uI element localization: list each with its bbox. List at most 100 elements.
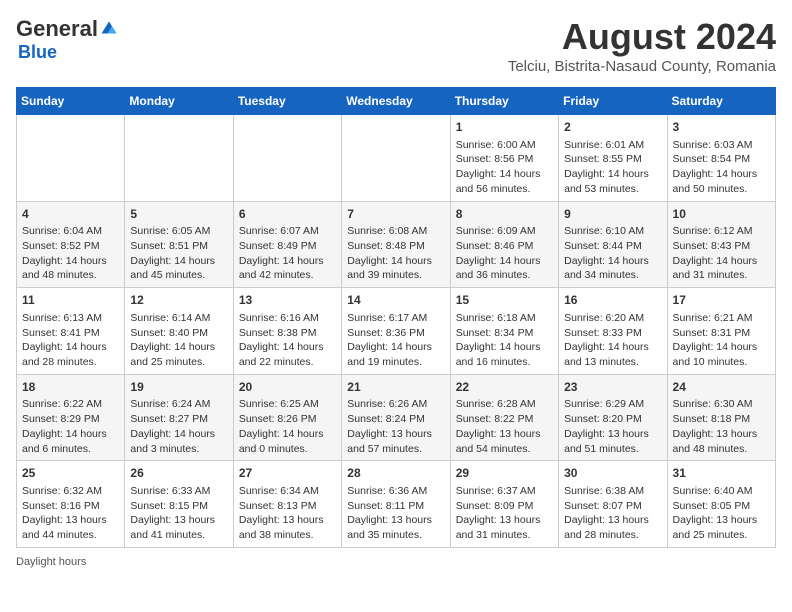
day-number: 23	[564, 379, 661, 396]
day-number: 30	[564, 465, 661, 482]
calendar-cell: 27Sunrise: 6:34 AM Sunset: 8:13 PM Dayli…	[233, 461, 341, 548]
calendar-header-row: SundayMondayTuesdayWednesdayThursdayFrid…	[17, 88, 776, 115]
day-info: Sunrise: 6:04 AM Sunset: 8:52 PM Dayligh…	[22, 224, 119, 283]
title-area: August 2024 Telciu, Bistrita-Nasaud Coun…	[508, 16, 776, 75]
day-number: 4	[22, 206, 119, 223]
calendar-header-sunday: Sunday	[17, 88, 125, 115]
calendar-cell: 22Sunrise: 6:28 AM Sunset: 8:22 PM Dayli…	[450, 374, 558, 461]
day-info: Sunrise: 6:09 AM Sunset: 8:46 PM Dayligh…	[456, 224, 553, 283]
calendar-table: SundayMondayTuesdayWednesdayThursdayFrid…	[16, 87, 776, 548]
calendar-cell: 3 Sunrise: 6:03 AM Sunset: 8:54 PM Daylig…	[667, 115, 775, 202]
day-number: 11	[22, 292, 119, 309]
calendar-cell: 6Sunrise: 6:07 AM Sunset: 8:49 PM Daylig…	[233, 201, 341, 288]
day-number: 27	[239, 465, 336, 482]
location-subtitle: Telciu, Bistrita-Nasaud County, Romania	[508, 58, 776, 75]
calendar-cell: 20Sunrise: 6:25 AM Sunset: 8:26 PM Dayli…	[233, 374, 341, 461]
calendar-cell: 24Sunrise: 6:30 AM Sunset: 8:18 PM Dayli…	[667, 374, 775, 461]
header: General Blue August 2024 Telciu, Bistrit…	[16, 16, 776, 75]
calendar-cell: 31 Sunrise: 6:40 AM Sunset: 8:05 PM Dayli…	[667, 461, 775, 548]
calendar-week-row: 1 Sunrise: 6:00 AM Sunset: 8:56 PM Daylig…	[17, 115, 776, 202]
day-number: 6	[239, 206, 336, 223]
calendar-cell: 23Sunrise: 6:29 AM Sunset: 8:20 PM Dayli…	[559, 374, 667, 461]
day-info: Sunrise: 6:33 AM Sunset: 8:15 PM Dayligh…	[130, 484, 227, 543]
calendar-cell: 8Sunrise: 6:09 AM Sunset: 8:46 PM Daylig…	[450, 201, 558, 288]
day-number: 1	[456, 119, 553, 136]
day-info: Sunrise: 6:30 AM Sunset: 8:18 PM Dayligh…	[673, 397, 770, 456]
day-info: Sunrise: 6:12 AM Sunset: 8:43 PM Dayligh…	[673, 224, 770, 283]
calendar-cell: 14 Sunrise: 6:17 AM Sunset: 8:36 PM Dayli…	[342, 288, 450, 375]
day-info: Sunrise: 6:14 AM Sunset: 8:40 PM Dayligh…	[130, 311, 227, 370]
calendar-week-row: 4Sunrise: 6:04 AM Sunset: 8:52 PM Daylig…	[17, 201, 776, 288]
calendar-cell: 17 Sunrise: 6:21 AM Sunset: 8:31 PM Dayli…	[667, 288, 775, 375]
day-number: 12	[130, 292, 227, 309]
month-year-title: August 2024	[508, 16, 776, 58]
footer-note: Daylight hours	[16, 556, 776, 568]
day-number: 15	[456, 292, 553, 309]
logo-icon	[100, 20, 118, 38]
day-info: Sunrise: 6:28 AM Sunset: 8:22 PM Dayligh…	[456, 397, 553, 456]
calendar-cell: 15Sunrise: 6:18 AM Sunset: 8:34 PM Dayli…	[450, 288, 558, 375]
day-number: 21	[347, 379, 444, 396]
day-info: Sunrise: 6:37 AM Sunset: 8:09 PM Dayligh…	[456, 484, 553, 543]
calendar-cell: 10Sunrise: 6:12 AM Sunset: 8:43 PM Dayli…	[667, 201, 775, 288]
calendar-cell: 13Sunrise: 6:16 AM Sunset: 8:38 PM Dayli…	[233, 288, 341, 375]
calendar-header-tuesday: Tuesday	[233, 88, 341, 115]
day-number: 26	[130, 465, 227, 482]
calendar-header-monday: Monday	[125, 88, 233, 115]
logo-general-text: General	[16, 16, 98, 42]
calendar-header-saturday: Saturday	[667, 88, 775, 115]
day-number: 31	[673, 465, 770, 482]
day-number: 14	[347, 292, 444, 309]
day-number: 17	[673, 292, 770, 309]
day-number: 9	[564, 206, 661, 223]
calendar-cell: 16 Sunrise: 6:20 AM Sunset: 8:33 PM Dayli…	[559, 288, 667, 375]
calendar-cell: 5Sunrise: 6:05 AM Sunset: 8:51 PM Daylig…	[125, 201, 233, 288]
calendar-week-row: 18Sunrise: 6:22 AM Sunset: 8:29 PM Dayli…	[17, 374, 776, 461]
day-number: 28	[347, 465, 444, 482]
day-info: Sunrise: 6:25 AM Sunset: 8:26 PM Dayligh…	[239, 397, 336, 456]
day-info: Sunrise: 6:17 AM Sunset: 8:36 PM Dayligh…	[347, 311, 444, 370]
day-number: 10	[673, 206, 770, 223]
calendar-cell: 9Sunrise: 6:10 AM Sunset: 8:44 PM Daylig…	[559, 201, 667, 288]
day-info: Sunrise: 6:01 AM Sunset: 8:55 PM Dayligh…	[564, 138, 661, 197]
day-info: Sunrise: 6:03 AM Sunset: 8:54 PM Dayligh…	[673, 138, 770, 197]
day-info: Sunrise: 6:00 AM Sunset: 8:56 PM Dayligh…	[456, 138, 553, 197]
day-info: Sunrise: 6:21 AM Sunset: 8:31 PM Dayligh…	[673, 311, 770, 370]
calendar-cell: 25Sunrise: 6:32 AM Sunset: 8:16 PM Dayli…	[17, 461, 125, 548]
calendar-header-friday: Friday	[559, 88, 667, 115]
day-info: Sunrise: 6:24 AM Sunset: 8:27 PM Dayligh…	[130, 397, 227, 456]
daylight-label: Daylight hours	[16, 556, 86, 568]
day-number: 7	[347, 206, 444, 223]
day-info: Sunrise: 6:38 AM Sunset: 8:07 PM Dayligh…	[564, 484, 661, 543]
day-number: 2	[564, 119, 661, 136]
calendar-cell	[125, 115, 233, 202]
calendar-cell: 1 Sunrise: 6:00 AM Sunset: 8:56 PM Daylig…	[450, 115, 558, 202]
day-info: Sunrise: 6:13 AM Sunset: 8:41 PM Dayligh…	[22, 311, 119, 370]
calendar-cell: 21Sunrise: 6:26 AM Sunset: 8:24 PM Dayli…	[342, 374, 450, 461]
calendar-cell	[17, 115, 125, 202]
calendar-cell: 12 Sunrise: 6:14 AM Sunset: 8:40 PM Dayli…	[125, 288, 233, 375]
calendar-cell: 28 Sunrise: 6:36 AM Sunset: 8:11 PM Dayli…	[342, 461, 450, 548]
day-info: Sunrise: 6:36 AM Sunset: 8:11 PM Dayligh…	[347, 484, 444, 543]
day-info: Sunrise: 6:20 AM Sunset: 8:33 PM Dayligh…	[564, 311, 661, 370]
day-info: Sunrise: 6:10 AM Sunset: 8:44 PM Dayligh…	[564, 224, 661, 283]
day-number: 3	[673, 119, 770, 136]
calendar-cell	[233, 115, 341, 202]
day-info: Sunrise: 6:22 AM Sunset: 8:29 PM Dayligh…	[22, 397, 119, 456]
calendar-header-wednesday: Wednesday	[342, 88, 450, 115]
day-number: 20	[239, 379, 336, 396]
calendar-cell: 7Sunrise: 6:08 AM Sunset: 8:48 PM Daylig…	[342, 201, 450, 288]
day-info: Sunrise: 6:32 AM Sunset: 8:16 PM Dayligh…	[22, 484, 119, 543]
day-info: Sunrise: 6:05 AM Sunset: 8:51 PM Dayligh…	[130, 224, 227, 283]
day-number: 16	[564, 292, 661, 309]
day-info: Sunrise: 6:40 AM Sunset: 8:05 PM Dayligh…	[673, 484, 770, 543]
logo: General Blue	[16, 16, 118, 63]
day-info: Sunrise: 6:26 AM Sunset: 8:24 PM Dayligh…	[347, 397, 444, 456]
calendar-cell: 19Sunrise: 6:24 AM Sunset: 8:27 PM Dayli…	[125, 374, 233, 461]
day-number: 22	[456, 379, 553, 396]
calendar-cell	[342, 115, 450, 202]
day-number: 5	[130, 206, 227, 223]
calendar-cell: 26 Sunrise: 6:33 AM Sunset: 8:15 PM Dayli…	[125, 461, 233, 548]
day-number: 19	[130, 379, 227, 396]
day-number: 18	[22, 379, 119, 396]
